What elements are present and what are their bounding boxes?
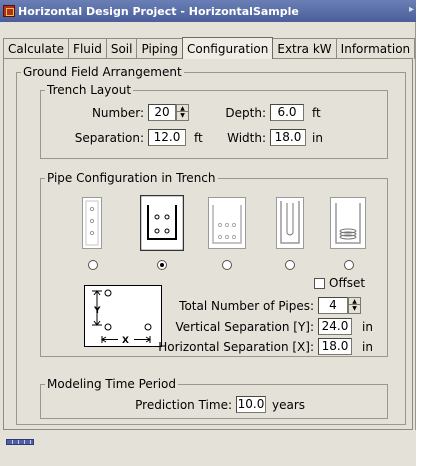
prediction-time-unit: years [272, 398, 306, 412]
diagram-y-label: Y [93, 306, 101, 316]
config-radio-4[interactable] [285, 260, 295, 270]
tab-fluid[interactable]: Fluid [68, 38, 107, 59]
tab-information[interactable]: Information [335, 38, 416, 59]
config-radio-5[interactable] [344, 260, 354, 270]
vertical-sep-unit: in [362, 320, 373, 334]
title-bar[interactable]: Horizontal Design Project - HorizontalSa… [0, 0, 416, 22]
tab-extra-kw[interactable]: Extra kW [272, 38, 337, 59]
prediction-time-label: Prediction Time: [135, 398, 232, 412]
trench-width-input[interactable]: 18.0 [270, 129, 306, 146]
tab-configuration[interactable]: Configuration [181, 37, 274, 59]
window-title: Horizontal Design Project - HorizontalSa… [18, 4, 299, 18]
single-column-pipe-icon[interactable] [82, 197, 102, 249]
trench-width-unit: in [312, 131, 323, 145]
u-tube-pipe-icon[interactable] [276, 197, 304, 249]
diagram-x-label: X [122, 336, 129, 346]
trench-width-label: Width: [227, 131, 266, 145]
app-icon [3, 5, 15, 17]
tab-strip: Calculate Fluid Soil Piping Configuratio… [3, 37, 416, 59]
horizontal-sep-label: Horizontal Separation [X]: [158, 340, 314, 354]
status-bar [0, 430, 416, 466]
trench-layout-title: Trench Layout [47, 83, 132, 97]
status-progress-icon [6, 439, 34, 445]
trench-number-label: Number: [91, 106, 144, 120]
offset-checkbox[interactable] [314, 278, 325, 289]
two-column-pipe-icon[interactable] [140, 195, 184, 251]
trench-layout-group: Trench Layout [40, 83, 388, 159]
tab-soil[interactable]: Soil [105, 38, 138, 59]
horizontal-sep-unit: in [362, 340, 373, 354]
tab-calculate[interactable]: Calculate [3, 38, 70, 59]
pipe-config-title: Pipe Configuration in Trench [47, 171, 216, 185]
vertical-sep-input[interactable]: 24.0 [318, 318, 352, 335]
trench-separation-input[interactable]: 12.0 [148, 129, 186, 146]
ground-field-title: Ground Field Arrangement [23, 65, 182, 79]
total-pipes-label: Total Number of Pipes: [179, 299, 314, 313]
pipe-spacing-diagram-icon: Y X [84, 285, 162, 347]
offset-label: Offset [329, 276, 366, 290]
horizontal-sep-input[interactable]: 18.0 [318, 338, 352, 355]
configuration-panel: Ground Field Arrangement Trench Layout N… [3, 58, 413, 430]
tab-piping[interactable]: Piping [136, 38, 183, 59]
config-radio-1[interactable] [88, 260, 98, 270]
trench-number-spin-icon[interactable]: ▲ ▼ [176, 104, 189, 121]
trench-separation-unit: ft [194, 131, 203, 145]
total-pipes-spin-icon[interactable]: ▲ ▼ [348, 297, 361, 314]
config-radio-2[interactable] [157, 260, 167, 270]
config-radio-3[interactable] [222, 260, 232, 270]
prediction-time-input[interactable]: 10.0 [236, 396, 266, 413]
total-pipes-input[interactable]: 4 [318, 297, 348, 314]
slinky-pipe-icon[interactable] [330, 197, 366, 249]
trench-depth-unit: ft [312, 106, 321, 120]
trench-number-input[interactable]: 20 [148, 104, 176, 121]
title-overflow-icon: ▸ [408, 4, 414, 15]
modeling-time-title: Modeling Time Period [47, 377, 176, 391]
app-window: Horizontal Design Project - HorizontalSa… [0, 0, 416, 466]
trench-depth-input[interactable]: 6.0 [270, 104, 304, 121]
trench-depth-label: Depth: [225, 106, 266, 120]
three-column-pipe-icon[interactable] [208, 197, 246, 249]
vertical-sep-label: Vertical Separation [Y]: [175, 320, 314, 334]
trench-separation-label: Separation: [74, 131, 144, 145]
